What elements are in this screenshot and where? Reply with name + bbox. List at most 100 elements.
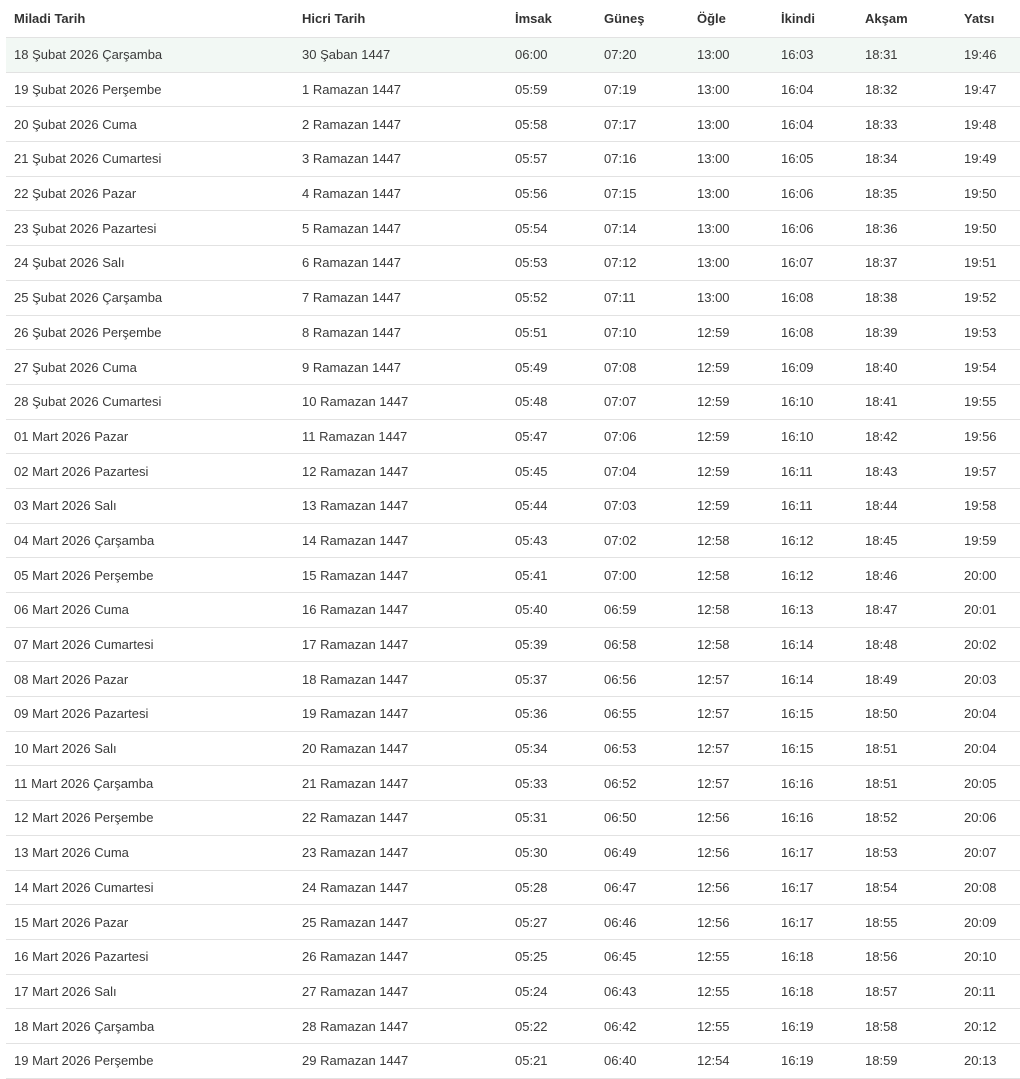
prayer-times-table: Miladi Tarih Hicri Tarih İmsak Güneş Öğl… — [6, 0, 1020, 1079]
cell-ikindi: 16:04 — [773, 106, 857, 143]
cell-ogle: 12:59 — [689, 419, 773, 455]
cell-ikindi: 16:12 — [773, 557, 857, 593]
cell-ikindi: 16:15 — [773, 731, 857, 767]
cell-yatsi: 20:03 — [956, 661, 1020, 698]
cell-gunes: 06:49 — [596, 835, 689, 871]
cell-hicri-tarih: 24 Ramazan 1447 — [294, 870, 507, 906]
cell-aksam: 18:44 — [857, 488, 956, 524]
cell-hicri-tarih: 18 Ramazan 1447 — [294, 661, 507, 698]
cell-gunes: 07:11 — [596, 280, 689, 316]
cell-hicri-tarih: 29 Ramazan 1447 — [294, 1043, 507, 1079]
cell-ikindi: 16:10 — [773, 384, 857, 420]
cell-ogle: 12:58 — [689, 523, 773, 559]
cell-yatsi: 20:04 — [956, 696, 1020, 732]
cell-miladi-tarih: 18 Şubat 2026 Çarşamba — [6, 37, 294, 73]
cell-imsak: 05:53 — [507, 245, 596, 281]
cell-imsak: 05:58 — [507, 106, 596, 143]
cell-aksam: 18:54 — [857, 870, 956, 906]
cell-imsak: 05:56 — [507, 176, 596, 212]
cell-gunes: 06:56 — [596, 661, 689, 698]
cell-miladi-tarih: 28 Şubat 2026 Cumartesi — [6, 384, 294, 420]
table-row: 17 Mart 2026 Salı 27 Ramazan 1447 05:24 06:… — [6, 974, 1020, 1010]
cell-ikindi: 16:13 — [773, 592, 857, 628]
cell-ogle: 13:00 — [689, 141, 773, 177]
cell-miladi-tarih: 02 Mart 2026 Pazartesi — [6, 453, 294, 489]
cell-aksam: 18:47 — [857, 592, 956, 628]
cell-ogle: 13:00 — [689, 210, 773, 247]
cell-aksam: 18:48 — [857, 627, 956, 663]
cell-hicri-tarih: 9 Ramazan 1447 — [294, 349, 507, 385]
cell-yatsi: 19:57 — [956, 453, 1020, 489]
cell-imsak: 05:34 — [507, 731, 596, 767]
cell-ikindi: 16:06 — [773, 210, 857, 247]
table-row: 21 Şubat 2026 Cumartesi 3 Ramazan 1447 05:… — [6, 141, 1020, 177]
cell-hicri-tarih: 10 Ramazan 1447 — [294, 384, 507, 420]
cell-miladi-tarih: 17 Mart 2026 Salı — [6, 974, 294, 1010]
cell-ogle: 13:00 — [689, 37, 773, 73]
cell-ikindi: 16:16 — [773, 765, 857, 802]
cell-aksam: 18:49 — [857, 661, 956, 698]
cell-hicri-tarih: 8 Ramazan 1447 — [294, 315, 507, 351]
cell-yatsi: 19:54 — [956, 349, 1020, 385]
table-row: 08 Mart 2026 Pazar 18 Ramazan 1447 05:37 06… — [6, 661, 1020, 698]
cell-hicri-tarih: 16 Ramazan 1447 — [294, 592, 507, 628]
header-hicri-tarih: Hicri Tarih — [294, 0, 507, 38]
header-ogle: Öğle — [689, 0, 773, 38]
cell-gunes: 07:15 — [596, 176, 689, 212]
cell-gunes: 06:55 — [596, 696, 689, 732]
cell-miladi-tarih: 19 Şubat 2026 Perşembe — [6, 72, 294, 108]
cell-yatsi: 19:48 — [956, 106, 1020, 143]
cell-miladi-tarih: 06 Mart 2026 Cuma — [6, 592, 294, 628]
cell-ikindi: 16:15 — [773, 696, 857, 732]
cell-aksam: 18:51 — [857, 765, 956, 802]
cell-imsak: 05:44 — [507, 488, 596, 524]
cell-gunes: 07:06 — [596, 419, 689, 455]
cell-miladi-tarih: 12 Mart 2026 Perşembe — [6, 800, 294, 836]
cell-yatsi: 20:10 — [956, 939, 1020, 975]
cell-yatsi: 19:56 — [956, 419, 1020, 455]
cell-aksam: 18:42 — [857, 419, 956, 455]
cell-ikindi: 16:14 — [773, 661, 857, 698]
cell-imsak: 05:57 — [507, 141, 596, 177]
cell-gunes: 06:52 — [596, 765, 689, 802]
cell-gunes: 06:43 — [596, 974, 689, 1010]
cell-imsak: 05:52 — [507, 280, 596, 316]
cell-ogle: 12:55 — [689, 939, 773, 975]
cell-miladi-tarih: 11 Mart 2026 Çarşamba — [6, 765, 294, 802]
table-row: 04 Mart 2026 Çarşamba 14 Ramazan 1447 05:4… — [6, 523, 1020, 559]
table-row: 11 Mart 2026 Çarşamba 21 Ramazan 1447 05:3… — [6, 765, 1020, 802]
cell-gunes: 06:50 — [596, 800, 689, 836]
cell-aksam: 18:59 — [857, 1043, 956, 1079]
cell-gunes: 06:46 — [596, 904, 689, 940]
cell-aksam: 18:58 — [857, 1008, 956, 1044]
cell-ikindi: 16:03 — [773, 37, 857, 73]
cell-miladi-tarih: 20 Şubat 2026 Cuma — [6, 106, 294, 143]
cell-ikindi: 16:05 — [773, 141, 857, 177]
cell-yatsi: 19:49 — [956, 141, 1020, 177]
cell-aksam: 18:41 — [857, 384, 956, 420]
cell-imsak: 05:36 — [507, 696, 596, 732]
cell-ogle: 12:59 — [689, 488, 773, 524]
table-row: 02 Mart 2026 Pazartesi 12 Ramazan 1447 05:… — [6, 453, 1020, 489]
cell-yatsi: 19:50 — [956, 176, 1020, 212]
cell-ogle: 12:58 — [689, 592, 773, 628]
cell-ikindi: 16:10 — [773, 419, 857, 455]
cell-ogle: 12:57 — [689, 731, 773, 767]
cell-miladi-tarih: 19 Mart 2026 Perşembe — [6, 1043, 294, 1079]
cell-aksam: 18:39 — [857, 315, 956, 351]
cell-imsak: 06:00 — [507, 37, 596, 73]
cell-miladi-tarih: 16 Mart 2026 Pazartesi — [6, 939, 294, 975]
cell-gunes: 07:16 — [596, 141, 689, 177]
cell-hicri-tarih: 3 Ramazan 1447 — [294, 141, 507, 177]
cell-aksam: 18:37 — [857, 245, 956, 281]
cell-ikindi: 16:19 — [773, 1043, 857, 1079]
cell-hicri-tarih: 13 Ramazan 1447 — [294, 488, 507, 524]
cell-gunes: 06:40 — [596, 1043, 689, 1079]
cell-ikindi: 16:18 — [773, 939, 857, 975]
cell-hicri-tarih: 19 Ramazan 1447 — [294, 696, 507, 732]
table-body: 18 Şubat 2026 Çarşamba 30 Şaban 1447 06:00… — [6, 37, 1020, 1079]
cell-hicri-tarih: 17 Ramazan 1447 — [294, 627, 507, 663]
table-row: 16 Mart 2026 Pazartesi 26 Ramazan 1447 05:… — [6, 939, 1020, 975]
cell-gunes: 07:17 — [596, 106, 689, 143]
cell-aksam: 18:55 — [857, 904, 956, 940]
